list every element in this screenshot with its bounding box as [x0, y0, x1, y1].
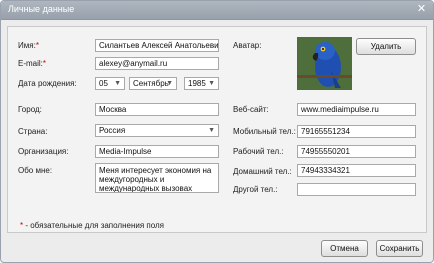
city-label: Город: — [18, 105, 42, 114]
website-input[interactable]: www.mediaimpulse.ru — [297, 103, 416, 116]
name-label: Имя:* — [18, 41, 39, 50]
country-select[interactable]: Россия ▼ — [95, 124, 219, 137]
save-button[interactable]: Сохранить — [376, 240, 423, 257]
required-mark: * — [35, 41, 39, 50]
birth-year-select[interactable]: 1985 ▼ — [184, 77, 219, 90]
website-label: Веб-сайт: — [233, 105, 269, 114]
required-mark: * — [42, 59, 47, 68]
home-phone-label: Домашний тел.: — [233, 167, 292, 176]
birth-month-select[interactable]: Сентябрь ▼ — [129, 77, 177, 90]
required-note-text: - обязательные для заполнения поля — [23, 221, 164, 230]
about-label: Обо мне: — [18, 166, 53, 175]
mobile-phone-label: Мобильный тел.: — [233, 127, 296, 136]
other-phone-label: Другой тел.: — [233, 185, 278, 194]
title-bar: Личные данные ✕ — [1, 1, 433, 20]
chevron-down-icon: ▼ — [208, 127, 215, 134]
birth-date-label: Дата рождения: — [18, 79, 77, 88]
avatar-image — [297, 37, 352, 90]
parrot-avatar-icon — [297, 37, 352, 90]
email-label: E-mail:* — [18, 59, 47, 68]
birth-day-select[interactable]: 05 ▼ — [95, 77, 125, 90]
city-input[interactable]: Москва — [95, 103, 219, 116]
delete-avatar-button[interactable]: Удалить — [356, 38, 416, 55]
organization-input[interactable]: Media-Impulse — [95, 145, 219, 158]
country-value: Россия — [99, 126, 126, 135]
country-label: Страна: — [18, 127, 48, 136]
required-fields-note: * - обязательные для заполнения поля — [20, 221, 164, 230]
mobile-phone-input[interactable]: 79165551234 — [297, 125, 416, 138]
dialog-title: Личные данные — [8, 4, 75, 14]
organization-label: Организация: — [18, 147, 69, 156]
birth-day-value: 05 — [99, 79, 108, 88]
birth-year-value: 1985 — [188, 79, 206, 88]
chevron-down-icon: ▼ — [166, 80, 173, 87]
personal-data-dialog: Личные данные ✕ Имя:* Силантьев Алексей … — [0, 0, 434, 263]
about-textarea[interactable]: Меня интересует экономия на междугородны… — [95, 163, 219, 193]
other-phone-input[interactable] — [297, 183, 416, 196]
work-phone-label: Рабочий тел.: — [233, 147, 284, 156]
home-phone-input[interactable]: 74943334321 — [297, 164, 416, 177]
chevron-down-icon: ▼ — [208, 80, 215, 87]
avatar-label: Аватар: — [233, 41, 262, 50]
close-icon[interactable]: ✕ — [416, 4, 427, 15]
name-input[interactable]: Силантьев Алексей Анатольевич — [95, 39, 219, 52]
cancel-button[interactable]: Отмена — [321, 240, 368, 257]
birth-month-value: Сентябрь — [133, 79, 169, 88]
work-phone-input[interactable]: 74955550201 — [297, 145, 416, 158]
chevron-down-icon: ▼ — [114, 80, 121, 87]
email-input[interactable]: alexey@anymail.ru — [95, 57, 219, 70]
